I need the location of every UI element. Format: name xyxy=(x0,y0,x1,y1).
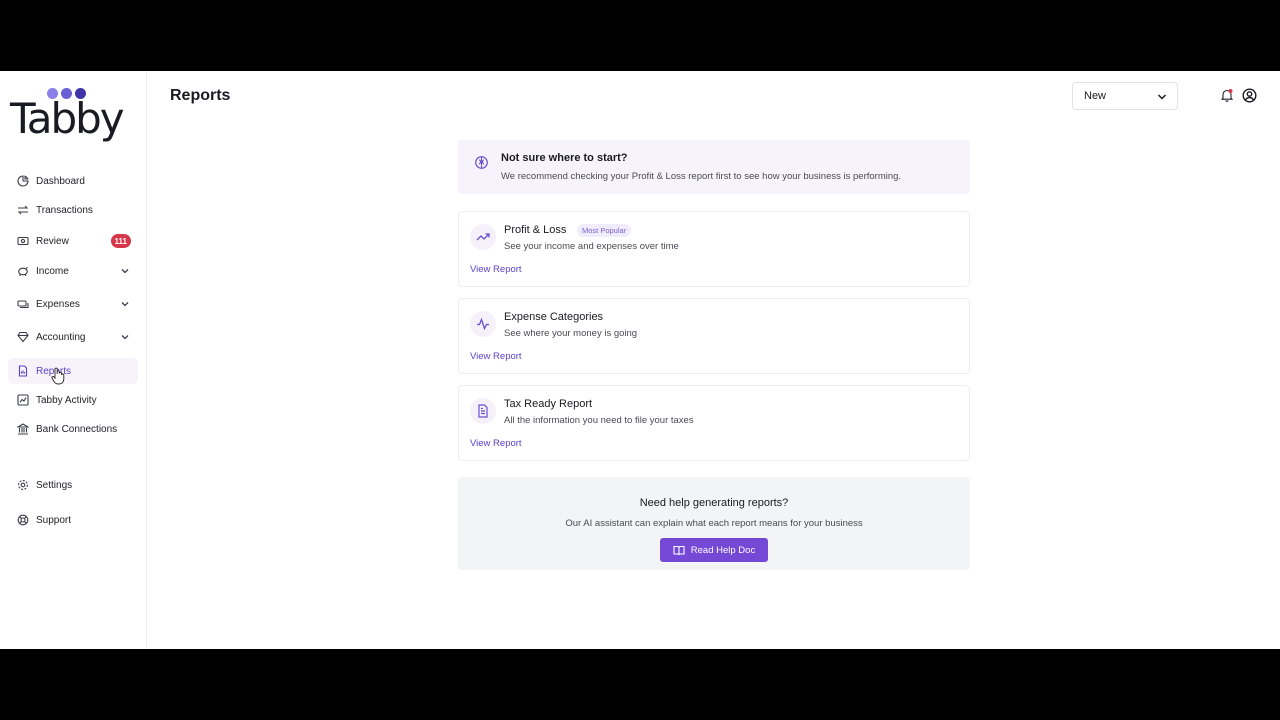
hand-cursor-icon xyxy=(51,367,65,385)
sidebar-item-accounting[interactable]: Accounting xyxy=(8,324,138,350)
review-icon xyxy=(16,235,29,248)
chevron-down-icon[interactable] xyxy=(120,332,130,342)
bank-icon xyxy=(16,423,29,436)
letterbox-bottom xyxy=(0,649,1280,720)
trend-up-icon xyxy=(470,224,496,250)
recommendation-banner: Not sure where to start? We recommend ch… xyxy=(458,140,970,194)
report-card-profit-loss: Profit & Loss Most Popular See your inco… xyxy=(458,211,970,287)
sidebar-item-tabby-activity[interactable]: Tabby Activity xyxy=(8,387,138,413)
lifebuoy-icon xyxy=(16,514,29,527)
document-icon xyxy=(470,398,496,424)
sidebar-item-label: Tabby Activity xyxy=(36,394,97,406)
logo-wordmark: Tabby xyxy=(10,94,125,143)
report-title: Tax Ready Report xyxy=(504,398,593,410)
letterbox-top xyxy=(0,0,1280,71)
chevron-down-icon[interactable] xyxy=(120,266,130,276)
most-popular-badge: Most Popular xyxy=(577,224,632,237)
user-account-icon[interactable] xyxy=(1242,88,1257,103)
view-report-link[interactable]: View Report xyxy=(470,264,522,275)
chevron-down-icon[interactable] xyxy=(120,299,130,309)
diamond-icon xyxy=(16,331,29,344)
sidebar-item-label: Bank Connections xyxy=(36,423,118,435)
chart-icon xyxy=(16,394,29,407)
sidebar-item-label: Dashboard xyxy=(36,175,85,187)
help-text: Our AI assistant can explain what each r… xyxy=(565,518,863,529)
report-title: Profit & Loss xyxy=(504,224,567,236)
sidebar-item-label: Accounting xyxy=(36,331,86,343)
sidebar-item-review[interactable]: Review 111 xyxy=(8,228,138,254)
new-dropdown-label: New xyxy=(1084,90,1107,102)
chevron-down-icon xyxy=(1157,94,1167,100)
sidebar-item-reports[interactable]: Reports xyxy=(8,358,138,384)
view-report-link[interactable]: View Report xyxy=(470,351,522,362)
arrows-swap-icon xyxy=(16,204,29,217)
read-help-doc-label: Read Help Doc xyxy=(690,544,756,556)
sidebar-item-expenses[interactable]: Expenses xyxy=(8,291,138,317)
sidebar-item-label: Expenses xyxy=(36,298,80,310)
sidebar-item-label: Review xyxy=(36,235,69,247)
help-title: Need help generating reports? xyxy=(639,497,789,509)
report-description: All the information you need to file you… xyxy=(504,415,694,426)
dashboard-icon xyxy=(16,175,29,188)
pulse-icon xyxy=(470,311,496,337)
sidebar-item-support[interactable]: Support xyxy=(8,507,138,533)
sidebar-item-label: Settings xyxy=(36,479,73,491)
app-window: Tabby Dashboard Transactions Review 111 … xyxy=(0,71,1280,649)
report-description: See where your money is going xyxy=(504,328,638,339)
report-description: See your income and expenses over time xyxy=(504,241,679,252)
sidebar-item-settings[interactable]: Settings xyxy=(8,472,138,498)
sidebar-item-dashboard[interactable]: Dashboard xyxy=(8,168,138,194)
notification-bell-icon[interactable] xyxy=(1220,88,1234,102)
sidebar-item-income[interactable]: Income xyxy=(8,258,138,284)
report-card-tax-ready: Tax Ready Report All the information you… xyxy=(458,385,970,461)
book-icon xyxy=(673,545,685,555)
piggy-bank-icon xyxy=(16,265,29,278)
report-icon xyxy=(16,365,29,378)
sidebar-item-transactions[interactable]: Transactions xyxy=(8,197,138,223)
sidebar-item-label: Support xyxy=(36,514,72,526)
sidebar-item-label: Income xyxy=(36,265,69,277)
gear-icon xyxy=(16,479,29,492)
cash-icon xyxy=(16,298,29,311)
brain-icon xyxy=(475,156,488,169)
review-count-badge: 111 xyxy=(110,234,131,248)
new-dropdown[interactable]: New xyxy=(1072,82,1178,110)
report-card-expense-categories: Expense Categories See where your money … xyxy=(458,298,970,374)
sidebar-item-bank-connections[interactable]: Bank Connections xyxy=(8,416,138,442)
sidebar-item-label: Transactions xyxy=(36,204,93,216)
page-title: Reports xyxy=(170,87,231,104)
sidebar: Tabby Dashboard Transactions Review 111 … xyxy=(0,71,147,649)
read-help-doc-button[interactable]: Read Help Doc xyxy=(660,538,768,562)
help-panel: Need help generating reports? Our AI ass… xyxy=(458,477,970,570)
banner-title: Not sure where to start? xyxy=(501,152,628,164)
report-title: Expense Categories xyxy=(504,311,604,323)
banner-text: We recommend checking your Profit & Loss… xyxy=(501,171,902,182)
tabby-logo[interactable]: Tabby xyxy=(10,88,130,154)
view-report-link[interactable]: View Report xyxy=(470,438,522,449)
